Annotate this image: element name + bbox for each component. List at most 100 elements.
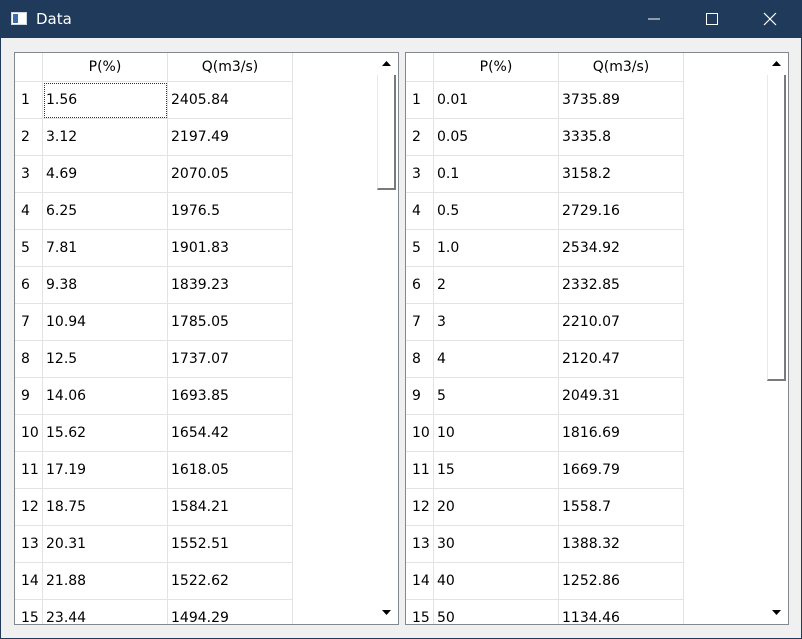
cell-q[interactable]: 2405.84 (168, 82, 293, 119)
table-row[interactable]: 8 12.5 1737.07 (15, 341, 293, 378)
cell-p[interactable]: 15.62 (43, 415, 168, 452)
cell-q[interactable]: 1669.79 (559, 452, 684, 489)
row-header[interactable]: 1 (15, 82, 43, 119)
row-header[interactable]: 9 (15, 378, 43, 415)
cell-p[interactable]: 4.69 (43, 156, 168, 193)
table-row[interactable]: 6 9.38 1839.23 (15, 267, 293, 304)
cell-p[interactable]: 5 (434, 378, 559, 415)
row-header[interactable]: 2 (15, 119, 43, 156)
cell-q[interactable]: 3735.89 (559, 82, 684, 119)
cell-p[interactable]: 40 (434, 563, 559, 600)
table-row[interactable]: 12 18.75 1584.21 (15, 489, 293, 526)
table-row[interactable]: 1 0.01 3735.89 (406, 82, 684, 119)
row-header[interactable]: 8 (406, 341, 434, 378)
cell-p[interactable]: 3 (434, 304, 559, 341)
scroll-thumb[interactable] (767, 75, 786, 381)
cell-p[interactable]: 20.31 (43, 526, 168, 563)
row-header[interactable]: 6 (406, 267, 434, 304)
cell-p[interactable]: 10.94 (43, 304, 168, 341)
row-header[interactable]: 13 (406, 526, 434, 563)
column-header-q[interactable]: Q(m3/s) (559, 53, 684, 82)
cell-q[interactable]: 2120.47 (559, 341, 684, 378)
cell-p[interactable]: 17.19 (43, 452, 168, 489)
cell-q[interactable]: 1693.85 (168, 378, 293, 415)
cell-p[interactable]: 12.5 (43, 341, 168, 378)
cell-q[interactable]: 2729.16 (559, 193, 684, 230)
cell-p[interactable]: 23.44 (43, 600, 168, 624)
cell-q[interactable]: 1388.32 (559, 526, 684, 563)
corner-button[interactable] (406, 53, 434, 82)
cell-q[interactable]: 1584.21 (168, 489, 293, 526)
cell-p[interactable]: 14.06 (43, 378, 168, 415)
cell-q[interactable]: 1134.46 (559, 600, 684, 624)
row-header[interactable]: 4 (406, 193, 434, 230)
table-row[interactable]: 5 7.81 1901.83 (15, 230, 293, 267)
cell-q[interactable]: 1839.23 (168, 267, 293, 304)
cell-q[interactable]: 1901.83 (168, 230, 293, 267)
right-data-table[interactable]: P(%) Q(m3/s) 1 0.01 3735.89 2 0.05 3335.8 3 0.1… (405, 52, 789, 625)
table-row[interactable]: 13 20.31 1552.51 (15, 526, 293, 563)
table-row[interactable]: 8 4 2120.47 (406, 341, 684, 378)
row-header[interactable]: 3 (406, 156, 434, 193)
column-header-p[interactable]: P(%) (434, 53, 559, 82)
cell-p[interactable]: 1.56 (43, 82, 168, 119)
table-row[interactable]: 9 5 2049.31 (406, 378, 684, 415)
scroll-down-button[interactable] (766, 602, 788, 624)
table-row[interactable]: 7 3 2210.07 (406, 304, 684, 341)
row-header[interactable]: 1 (406, 82, 434, 119)
row-header[interactable]: 9 (406, 378, 434, 415)
cell-p[interactable]: 15 (434, 452, 559, 489)
cell-p[interactable]: 3.12 (43, 119, 168, 156)
row-header[interactable]: 14 (406, 563, 434, 600)
row-header[interactable]: 2 (406, 119, 434, 156)
corner-button[interactable] (15, 53, 43, 82)
cell-p[interactable]: 50 (434, 600, 559, 624)
row-header[interactable]: 11 (15, 452, 43, 489)
cell-q[interactable]: 2049.31 (559, 378, 684, 415)
cell-q[interactable]: 1737.07 (168, 341, 293, 378)
scroll-up-button[interactable] (376, 53, 398, 75)
cell-p[interactable]: 20 (434, 489, 559, 526)
row-header[interactable]: 14 (15, 563, 43, 600)
row-header[interactable]: 6 (15, 267, 43, 304)
cell-q[interactable]: 2197.49 (168, 119, 293, 156)
cell-p[interactable]: 2 (434, 267, 559, 304)
table-row[interactable]: 11 17.19 1618.05 (15, 452, 293, 489)
cell-q[interactable]: 1976.5 (168, 193, 293, 230)
row-header[interactable]: 15 (15, 600, 43, 624)
cell-q[interactable]: 1522.62 (168, 563, 293, 600)
cell-p[interactable]: 6.25 (43, 193, 168, 230)
row-header[interactable]: 12 (15, 489, 43, 526)
column-header-p[interactable]: P(%) (43, 53, 168, 82)
cell-p[interactable]: 21.88 (43, 563, 168, 600)
row-header[interactable]: 12 (406, 489, 434, 526)
cell-q[interactable]: 2534.92 (559, 230, 684, 267)
table-row[interactable]: 2 3.12 2197.49 (15, 119, 293, 156)
column-header-q[interactable]: Q(m3/s) (168, 53, 293, 82)
row-header[interactable]: 5 (406, 230, 434, 267)
row-header[interactable]: 7 (406, 304, 434, 341)
cell-p[interactable]: 4 (434, 341, 559, 378)
cell-p[interactable]: 30 (434, 526, 559, 563)
table-row[interactable]: 2 0.05 3335.8 (406, 119, 684, 156)
cell-q[interactable]: 1552.51 (168, 526, 293, 563)
row-header[interactable]: 15 (406, 600, 434, 624)
cell-p[interactable]: 18.75 (43, 489, 168, 526)
table-row[interactable]: 13 30 1388.32 (406, 526, 684, 563)
table-row[interactable]: 10 10 1816.69 (406, 415, 684, 452)
cell-q[interactable]: 3335.8 (559, 119, 684, 156)
table-row[interactable]: 7 10.94 1785.05 (15, 304, 293, 341)
cell-q[interactable]: 1252.86 (559, 563, 684, 600)
close-button[interactable] (742, 0, 800, 38)
cell-p[interactable]: 0.05 (434, 119, 559, 156)
row-header[interactable]: 13 (15, 526, 43, 563)
row-header[interactable]: 5 (15, 230, 43, 267)
table-row[interactable]: 6 2 2332.85 (406, 267, 684, 304)
row-header[interactable]: 8 (15, 341, 43, 378)
table-row[interactable]: 15 50 1134.46 (406, 600, 684, 624)
table-row[interactable]: 12 20 1558.7 (406, 489, 684, 526)
table-row[interactable]: 9 14.06 1693.85 (15, 378, 293, 415)
scroll-down-button[interactable] (376, 602, 398, 624)
cell-p[interactable]: 0.5 (434, 193, 559, 230)
row-header[interactable]: 3 (15, 156, 43, 193)
